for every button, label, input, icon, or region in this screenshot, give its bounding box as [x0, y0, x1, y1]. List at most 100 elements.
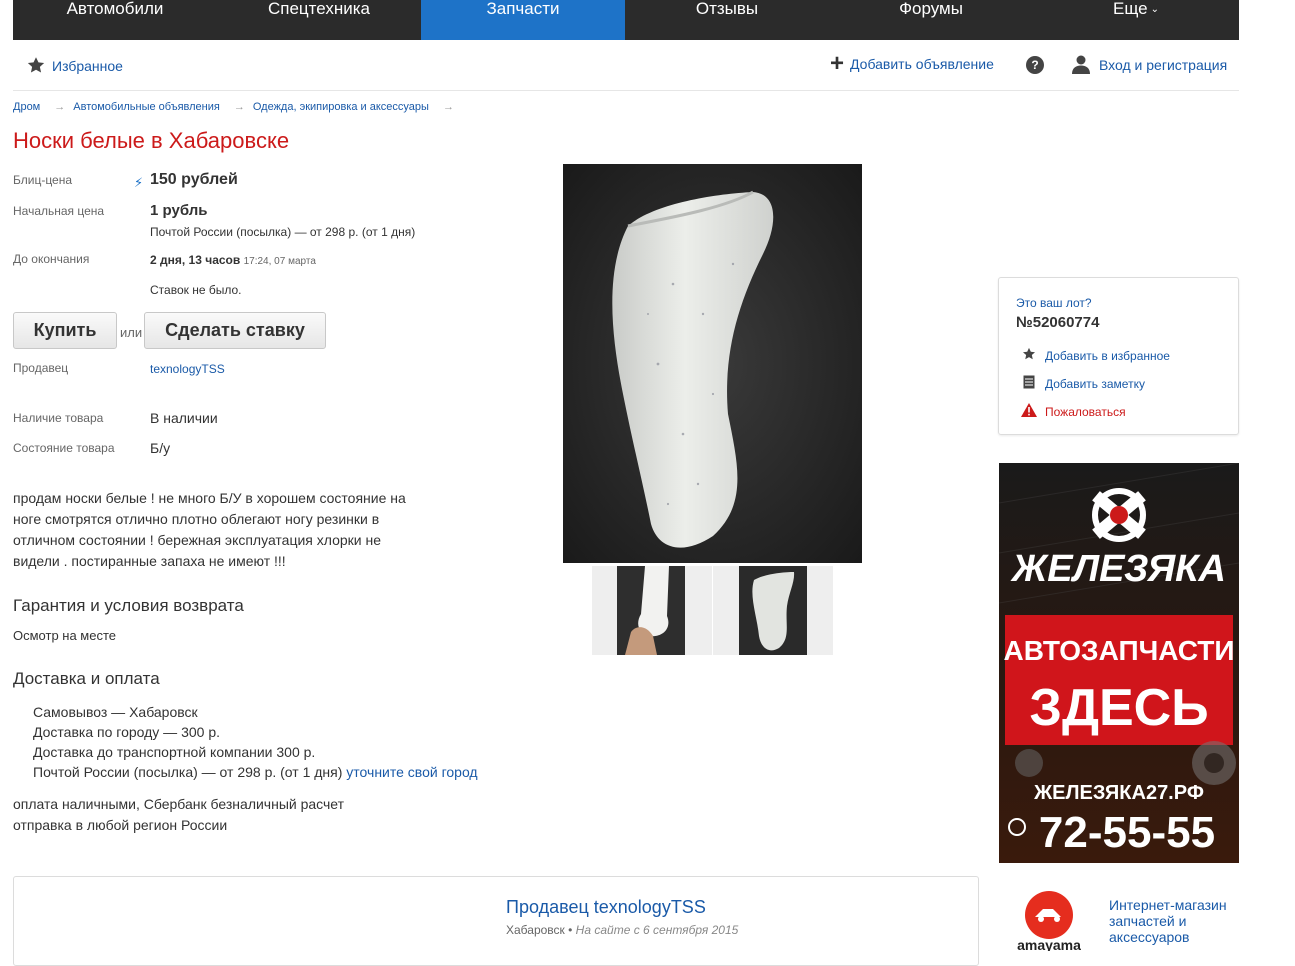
lightning-icon: ⚡: [134, 175, 144, 190]
add-favorite-link[interactable]: Добавить в избранное: [1021, 347, 1170, 364]
top-nav: Автомобили Спецтехника Запчасти Отзывы Ф…: [13, 0, 1239, 40]
arrow-right-icon: →: [233, 101, 245, 113]
favorites-label: Избранное: [52, 57, 123, 74]
seller-link[interactable]: texnologyTSS: [150, 362, 225, 376]
nav-item-reviews[interactable]: Отзывы: [625, 0, 829, 40]
or-text: или: [120, 325, 143, 340]
main-photo[interactable]: [563, 164, 862, 563]
start-price-value: 1 рубль: [150, 202, 208, 219]
ends-date: 17:24, 07 марта: [243, 256, 316, 267]
nav-item-cars[interactable]: Автомобили: [13, 0, 217, 40]
star-icon: [27, 57, 45, 73]
start-price-label: Начальная цена: [13, 204, 105, 218]
favorites-link[interactable]: Избранное: [26, 56, 123, 75]
ends-value: 2 дня, 13 часов 17:24, 07 марта: [150, 253, 316, 267]
help-icon[interactable]: ?: [1026, 56, 1044, 74]
seller-since: На сайте с 6 сентября 2015: [575, 923, 739, 937]
user-icon: [1072, 55, 1090, 74]
star-icon: [1021, 347, 1037, 364]
ends-duration: 2 дня, 13 часов: [150, 253, 241, 267]
nav-label: Запчасти: [486, 0, 560, 18]
arrow-right-icon: →: [442, 101, 454, 113]
seller-city: Хабаровск: [506, 923, 565, 937]
place-bid-button[interactable]: Сделать ставку: [144, 312, 326, 349]
delivery-item: Доставка до транспортной компании 300 р.: [33, 744, 316, 760]
breadcrumb: Дром → Автомобильные объявления → Одежда…: [13, 101, 462, 113]
photo-thumbnail[interactable]: [592, 566, 712, 655]
sock-photo-thumbnail: [739, 566, 807, 655]
banner-brand: ЖЕЛЕЗЯКА: [1010, 548, 1226, 590]
delivery-list: Самовывоз — Хабаровск Доставка по городу…: [33, 702, 478, 782]
banner-phone: 72-55-55: [1039, 808, 1215, 857]
lot-number: №52060774: [1016, 314, 1100, 331]
delivery-item-text: Почтой России (посылка) — от 298 р. (от …: [33, 764, 343, 780]
warning-icon: [1021, 403, 1037, 420]
banner-line1: АВТОЗАПЧАСТИ: [1003, 635, 1234, 666]
delivery-heading: Доставка и оплата: [13, 669, 160, 688]
chevron-down-icon: ⌄: [1150, 4, 1159, 15]
nav-item-forums[interactable]: Форумы: [829, 0, 1033, 40]
nav-label: Еще: [1113, 0, 1148, 18]
payment-text: оплата наличными, Сбербанк безналичный р…: [13, 796, 345, 812]
seller-card-title[interactable]: Продавец texnologyTSS: [506, 897, 706, 918]
delivery-item: Доставка по городу — 300 р.: [33, 724, 220, 740]
nav-label: Форумы: [899, 0, 963, 18]
nav-item-more[interactable]: Еще ⌄: [1033, 0, 1239, 40]
banner-line2: ЗДЕСЬ: [1029, 679, 1208, 737]
shipping-text: отправка в любой регион России: [13, 817, 228, 833]
add-ad-label: Добавить объявление: [850, 56, 994, 72]
item-description: продам носки белые ! не много Б/У в хоро…: [13, 490, 406, 569]
complain-label: Пожаловаться: [1045, 404, 1126, 419]
amayama-logo-icon: amayama: [1017, 891, 1081, 953]
add-favorite-label: Добавить в избранное: [1045, 348, 1170, 363]
page-title: Носки белые в Хабаровске: [13, 128, 290, 153]
add-ad-link[interactable]: + Добавить объявление: [830, 50, 994, 77]
your-lot-link[interactable]: Это ваш лот?: [1016, 296, 1092, 310]
warranty-heading: Гарантия и условия возврата: [13, 596, 244, 615]
breadcrumb-item[interactable]: Одежда, экипировка и аксессуары: [253, 101, 429, 113]
buy-button[interactable]: Купить: [13, 312, 117, 349]
availability-label: Наличие товара: [13, 411, 104, 425]
ends-label: До окончания: [13, 252, 90, 266]
sock-on-foot-thumbnail: [617, 566, 685, 655]
login-link[interactable]: Вход и регистрация: [1072, 55, 1227, 74]
amayama-ad-text[interactable]: Интернет-магазин запчастей и аксессуаров: [1109, 897, 1239, 945]
lot-info-box: Это ваш лот? №52060774 Добавить в избран…: [998, 277, 1239, 435]
arrow-right-icon: →: [54, 101, 66, 113]
nav-label: Спецтехника: [268, 0, 370, 18]
blitz-price-value: 150 рублей: [150, 171, 238, 188]
condition-value: Б/у: [150, 440, 171, 456]
seller-label: Продавец: [13, 361, 69, 375]
zhelezyaka-banner-image: ЖЕЛЕЗЯКА АВТОЗАПЧАСТИ ЗДЕСЬ ЖЕЛЕЗЯКА27.Р…: [999, 463, 1239, 863]
banner-site: ЖЕЛЕЗЯКА27.РФ: [1033, 782, 1204, 804]
amayama-logo[interactable]: amayama: [1005, 890, 1085, 953]
sock-photo-image: [563, 164, 862, 563]
login-label: Вход и регистрация: [1099, 56, 1228, 73]
add-note-label: Добавить заметку: [1045, 376, 1145, 391]
note-icon: [1021, 375, 1037, 392]
photo-thumbnail[interactable]: [713, 566, 833, 655]
breadcrumb-item[interactable]: Автомобильные объявления: [73, 101, 220, 113]
blitz-price-label: Блиц-цена: [13, 173, 73, 187]
delivery-item: Почтой России (посылка) — от 298 р. (от …: [33, 762, 478, 782]
specify-city-link[interactable]: уточните свой город: [346, 764, 477, 780]
seller-card: Продавец texnologyTSS Хабаровск • На сай…: [13, 876, 979, 966]
amayama-logo-text: amayama: [1017, 937, 1081, 951]
nav-label: Отзывы: [695, 0, 759, 18]
nav-item-parts[interactable]: Запчасти: [421, 0, 625, 40]
ad-banner[interactable]: ЖЕЛЕЗЯКА АВТОЗАПЧАСТИ ЗДЕСЬ ЖЕЛЕЗЯКА27.Р…: [999, 463, 1239, 863]
no-bids-text: Ставок не было.: [150, 283, 242, 297]
plus-icon: +: [830, 50, 845, 77]
delivery-item: Самовывоз — Хабаровск: [33, 704, 198, 720]
condition-label: Состояние товара: [13, 441, 115, 455]
breadcrumb-item[interactable]: Дром: [13, 101, 40, 113]
sub-header: Избранное + Добавить объявление ? Вход и…: [13, 40, 1239, 91]
add-note-link[interactable]: Добавить заметку: [1021, 375, 1145, 392]
payment-info: оплата наличными, Сбербанк безналичный р…: [13, 794, 344, 836]
warranty-text: Осмотр на месте: [13, 628, 117, 643]
complain-link[interactable]: Пожаловаться: [1021, 403, 1126, 420]
availability-value: В наличии: [150, 410, 218, 426]
nav-item-special-vehicles[interactable]: Спецтехника: [217, 0, 421, 40]
seller-meta: Хабаровск • На сайте с 6 сентября 2015: [506, 923, 739, 937]
shipping-note: Почтой России (посылка) — от 298 р. (от …: [150, 225, 416, 239]
